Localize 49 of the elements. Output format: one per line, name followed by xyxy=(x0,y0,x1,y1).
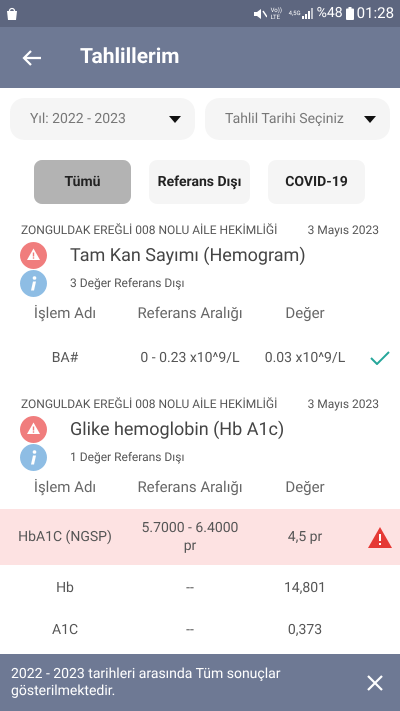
signal-icon xyxy=(302,8,314,19)
filter-tab[interactable]: Referans Dışı xyxy=(149,160,250,204)
column-header: Referans Aralığı xyxy=(136,476,244,498)
table-cell-text: 0 - 0.23 x10^9/L xyxy=(139,349,241,367)
result-date: 3 Mayıs 2023 xyxy=(308,222,379,239)
test-title: Tam Kan Sayımı (Hemogram) xyxy=(70,244,306,268)
info-icon xyxy=(20,270,47,296)
table-cell-text: -- xyxy=(185,621,195,639)
check-icon xyxy=(370,351,390,365)
snackbar-message: 2022 - 2023 tarihleri arasında Tüm sonuçlar gösterilmektedir. xyxy=(11,666,282,700)
filter-tab[interactable]: COVID-19 xyxy=(268,160,365,204)
test-title: Glike hemoglobin (Hb A1c) xyxy=(70,418,284,442)
screen-title: Tahlillerim xyxy=(80,44,180,71)
back-arrow-icon xyxy=(22,48,42,66)
table-cell-text: BA# xyxy=(50,348,80,368)
out-of-range-count: 3 Değer Referans Dışı xyxy=(70,275,184,292)
info-icon xyxy=(20,444,47,470)
table-cell-text: 0.03 x10^9/L xyxy=(264,348,346,368)
table-cell-text: 0,373 xyxy=(286,620,324,640)
column-header: Referans Aralığı xyxy=(136,302,244,324)
dropdown-caret-icon xyxy=(169,116,181,122)
column-header: Değer xyxy=(284,476,326,498)
institution-name: ZONGULDAK EREĞLİ 008 NOLU AİLE HEKİMLİĞİ xyxy=(21,222,278,239)
close-icon xyxy=(367,674,383,690)
table-cell-text: 4,5 pr xyxy=(286,528,324,546)
table-cell-text: Hb xyxy=(55,578,75,598)
dropdown-field[interactable]: Yıl: 2022 - 2023 xyxy=(10,98,195,140)
table-cell-text: HbA1C (NGSP) xyxy=(17,528,113,546)
dropdown-caret-icon xyxy=(364,116,376,122)
battery-percent: %48 xyxy=(316,4,343,23)
clock: 01:28 xyxy=(356,3,394,24)
column-header: İşlem Adı xyxy=(32,302,98,324)
column-header: Değer xyxy=(284,302,326,324)
table-cell-text: 5.7000 - 6.4000 pr xyxy=(140,519,240,555)
bag-icon xyxy=(6,7,18,20)
warning-icon xyxy=(20,242,47,268)
column-header: İşlem Adı xyxy=(32,476,98,498)
mute-icon xyxy=(252,8,267,20)
institution-name: ZONGULDAK EREĞLİ 008 NOLU AİLE HEKİMLİĞİ xyxy=(21,396,278,413)
filter-tab[interactable]: Tümü xyxy=(34,160,131,204)
warning-icon xyxy=(20,416,47,442)
table-cell-text: 14,801 xyxy=(282,578,328,598)
out-of-range-count: 1 Değer Referans Dışı xyxy=(70,449,184,466)
table-cell-text: -- xyxy=(185,579,195,597)
battery-icon xyxy=(346,7,354,20)
result-date: 3 Mayıs 2023 xyxy=(308,396,379,413)
table-cell-text: A1C xyxy=(50,620,80,640)
dropdown-field[interactable]: Tahlil Tarihi Seçiniz xyxy=(205,98,390,140)
warning-icon xyxy=(368,526,392,548)
